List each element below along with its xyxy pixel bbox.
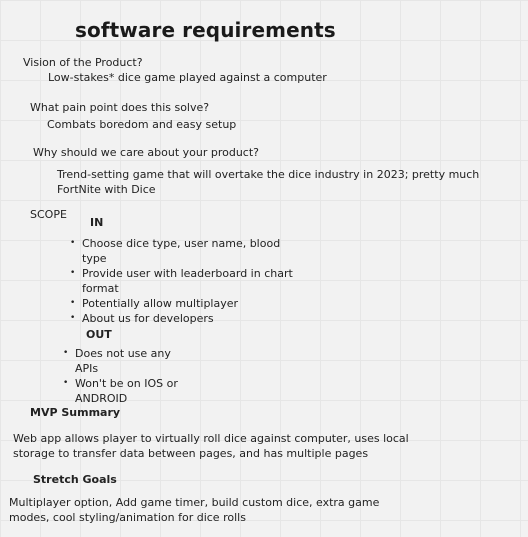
- scope-in-label: IN: [90, 216, 104, 229]
- scope-label: SCOPE: [30, 208, 67, 221]
- why-care-answer: Trend-setting game that will overtake th…: [57, 168, 480, 196]
- list-item: Won't be on IOS or ANDROID: [63, 376, 183, 406]
- why-care-question: Why should we care about your product?: [33, 146, 259, 159]
- list-item: About us for developers: [70, 311, 295, 326]
- page-title: software requirements: [75, 18, 336, 42]
- list-item: Potentially allow multiplayer: [70, 296, 295, 311]
- mvp-heading: MVP Summary: [30, 406, 121, 419]
- vision-question: Vision of the Product?: [23, 56, 143, 69]
- list-item: Does not use any APIs: [63, 346, 183, 376]
- stretch-heading: Stretch Goals: [33, 473, 117, 486]
- scope-out-label: OUT: [86, 328, 112, 341]
- list-item: Choose dice type, user name, blood type: [70, 236, 295, 266]
- mvp-text: Web app allows player to virtually roll …: [13, 432, 409, 460]
- scope-in-list: Choose dice type, user name, blood type …: [70, 236, 295, 326]
- pain-point-question: What pain point does this solve?: [30, 101, 210, 114]
- vision-answer: Low-stakes* dice game played against a c…: [48, 71, 327, 84]
- pain-point-answer: Combats boredom and easy setup: [47, 118, 237, 131]
- stretch-text: Multiplayer option, Add game timer, buil…: [9, 496, 380, 524]
- list-item: Provide user with leaderboard in chart f…: [70, 266, 295, 296]
- scope-out-list: Does not use any APIs Won't be on IOS or…: [63, 346, 183, 406]
